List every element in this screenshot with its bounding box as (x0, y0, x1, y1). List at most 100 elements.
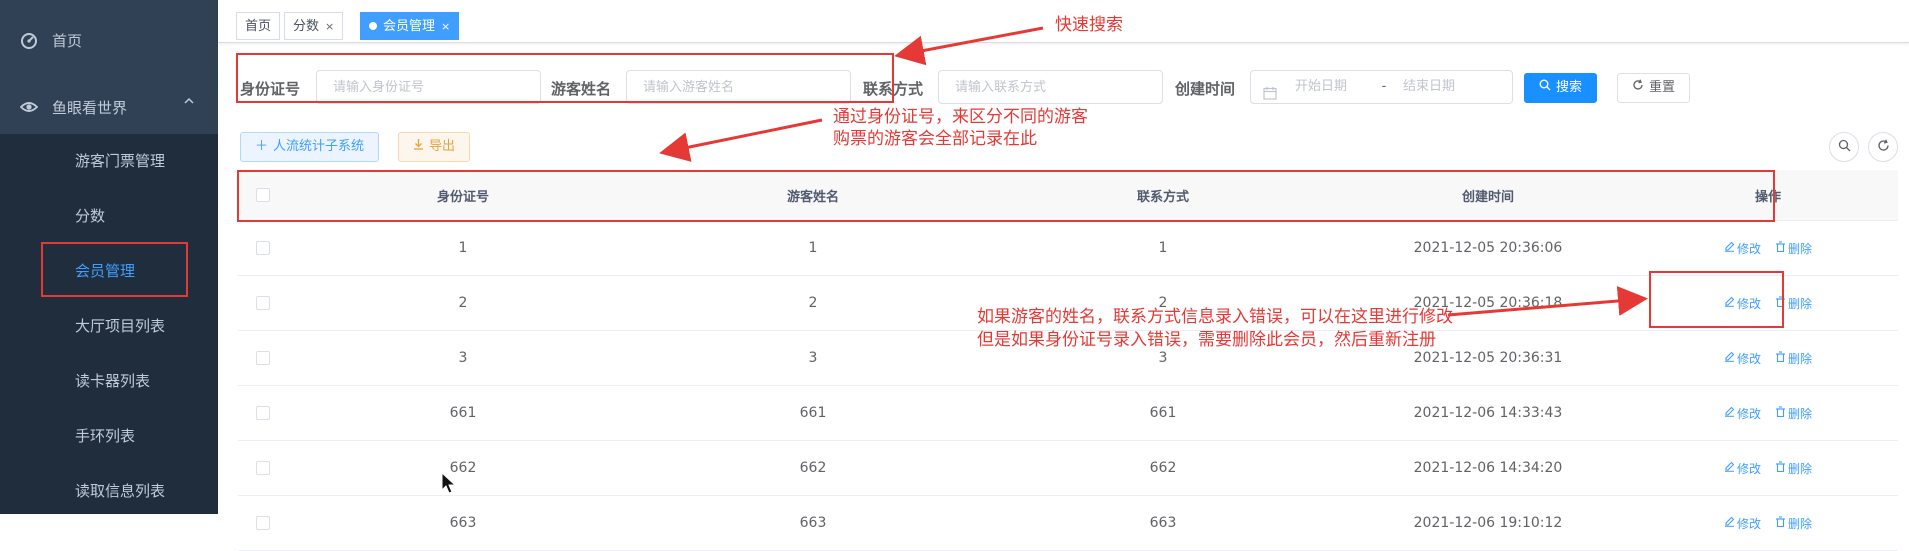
start-date-input[interactable]: 开始日期 (1295, 70, 1365, 104)
delete-button[interactable]: 删除 (1775, 460, 1812, 477)
annotation-box-actions (1649, 271, 1784, 328)
row-checkbox[interactable] (256, 406, 270, 420)
reset-button[interactable]: 重置 (1617, 73, 1691, 103)
cell-visitor-name: 662 (799, 460, 827, 476)
tab-label: 会员管理 (383, 19, 436, 34)
annotation-id-note-line1: 通过身份证号，来区分不同的游客 (833, 107, 1088, 127)
button-label: 删除 (1788, 296, 1813, 311)
edit-icon (1724, 516, 1735, 530)
row-checkbox[interactable] (256, 241, 270, 255)
active-dot-icon (369, 21, 377, 30)
button-label: 修改 (1736, 241, 1761, 256)
delete-button[interactable]: 删除 (1775, 515, 1812, 532)
button-label: 修改 (1736, 516, 1761, 531)
search-icon (1539, 74, 1551, 102)
tab-home[interactable]: 首页 (236, 12, 281, 40)
close-icon[interactable]: × (441, 20, 450, 33)
download-icon (413, 133, 424, 161)
annotation-box-search (236, 53, 894, 103)
cell-actions: 修改 删除 (1638, 405, 1898, 422)
cell-visitor-name: 2 (808, 295, 818, 311)
cell-created-time: 2021-12-06 19:10:12 (1413, 515, 1563, 531)
cell-visitor-name: 663 (799, 515, 827, 531)
tab-members[interactable]: 会员管理 × (360, 12, 460, 40)
cell-contact: 662 (1149, 460, 1177, 476)
delete-button[interactable]: 删除 (1775, 240, 1812, 257)
trash-icon (1775, 351, 1786, 365)
trash-icon (1775, 241, 1786, 255)
toggle-search-button[interactable] (1829, 132, 1859, 162)
edit-button[interactable]: 修改 (1724, 515, 1761, 532)
edit-button[interactable]: 修改 (1724, 350, 1761, 367)
date-range-picker[interactable]: 开始日期 - 结束日期 (1250, 70, 1513, 104)
table-row: 663 663 663 2021-12-06 19:10:12 修改 删除 (238, 496, 1898, 551)
end-date-input[interactable]: 结束日期 (1403, 70, 1473, 104)
row-checkbox[interactable] (256, 351, 270, 365)
cell-contact: 663 (1149, 515, 1177, 531)
cell-created-time: 2021-12-06 14:33:43 (1413, 405, 1563, 421)
dashboard-icon (20, 31, 38, 49)
mouse-cursor-icon (441, 471, 457, 500)
sidebar-item-read-info[interactable]: 读取信息列表 (0, 464, 218, 519)
cell-contact: 3 (1158, 350, 1168, 366)
export-button[interactable]: 导出 (398, 132, 471, 162)
annotation-edit-note-line1: 如果游客的姓名，联系方式信息录入错误，可以在这里进行修改 (977, 307, 1453, 327)
annotation-box-table-header (237, 170, 1775, 222)
sidebar-item-wristbands[interactable]: 手环列表 (0, 409, 218, 464)
button-label: 修改 (1736, 461, 1761, 476)
button-label: 修改 (1736, 351, 1761, 366)
sidebar-item-tickets[interactable]: 游客门票管理 (0, 134, 218, 189)
edit-button[interactable]: 修改 (1724, 405, 1761, 422)
cell-actions: 修改 删除 (1638, 515, 1898, 532)
sidebar-group-fisheye[interactable]: 鱼眼看世界 (0, 80, 218, 134)
delete-button[interactable]: 删除 (1775, 405, 1812, 422)
close-icon[interactable]: × (325, 20, 334, 33)
cell-id-number: 2 (458, 295, 468, 311)
annotation-edit-note-line2: 但是如果身份证号录入错误，需要删除此会员，然后重新注册 (977, 330, 1436, 350)
people-flow-subsystem-button[interactable]: ＋ 人流统计子系统 (240, 132, 380, 162)
cell-created-time: 2021-12-05 20:36:06 (1413, 240, 1563, 256)
button-label: 搜索 (1556, 80, 1583, 95)
sidebar-item-card-readers[interactable]: 读卡器列表 (0, 354, 218, 409)
sidebar-submenu: 游客门票管理 分数 会员管理 大厅项目列表 读卡器列表 手环列表 读取信息列表 (0, 134, 218, 514)
table-row: 1 1 1 2021-12-05 20:36:06 修改 删除 (238, 221, 1898, 276)
eye-icon (20, 98, 38, 116)
table-row: 661 661 661 2021-12-06 14:33:43 修改 删除 (238, 386, 1898, 441)
cell-visitor-name: 661 (799, 405, 827, 421)
button-label: 删除 (1788, 516, 1813, 531)
contact-input[interactable]: 请输入联系方式 (938, 70, 1163, 104)
cell-id-number: 1 (458, 240, 468, 256)
button-label: 修改 (1736, 406, 1761, 421)
search-button[interactable]: 搜索 (1524, 73, 1598, 103)
cell-created-time: 2021-12-06 14:34:20 (1413, 460, 1563, 476)
refresh-icon (1632, 74, 1644, 102)
edit-button[interactable]: 修改 (1724, 240, 1761, 257)
trash-icon (1775, 461, 1786, 475)
button-label: 导出 (429, 139, 456, 154)
button-label: 删除 (1788, 461, 1813, 476)
cell-id-number: 3 (458, 350, 468, 366)
delete-button[interactable]: 删除 (1775, 350, 1812, 367)
cell-actions: 修改 删除 (1638, 460, 1898, 477)
calendar-icon (1263, 80, 1277, 100)
edit-button[interactable]: 修改 (1724, 460, 1761, 477)
sidebar-group-label: 鱼眼看世界 (52, 98, 128, 117)
table-row: 662 662 662 2021-12-06 14:34:20 修改 删除 (238, 441, 1898, 496)
sidebar-item-home[interactable]: 首页 (0, 0, 218, 80)
row-checkbox[interactable] (256, 461, 270, 475)
sidebar-item-scores[interactable]: 分数 (0, 189, 218, 244)
cell-id-number: 662 (449, 460, 477, 476)
sidebar-item-label: 首页 (52, 31, 83, 50)
tab-label: 首页 (245, 19, 272, 34)
row-checkbox[interactable] (256, 516, 270, 530)
tab-scores[interactable]: 分数 × (284, 12, 344, 40)
annotation-id-note-line2: 购票的游客会全部记录在此 (833, 129, 1037, 149)
created-time-label: 创建时间 (1175, 80, 1236, 98)
edit-icon (1724, 461, 1735, 475)
refresh-table-button[interactable] (1868, 132, 1898, 162)
sidebar-item-hall-projects[interactable]: 大厅项目列表 (0, 299, 218, 354)
edit-icon (1724, 406, 1735, 420)
plus-icon: ＋ (255, 139, 269, 154)
refresh-icon (1877, 139, 1890, 156)
row-checkbox[interactable] (256, 296, 270, 310)
